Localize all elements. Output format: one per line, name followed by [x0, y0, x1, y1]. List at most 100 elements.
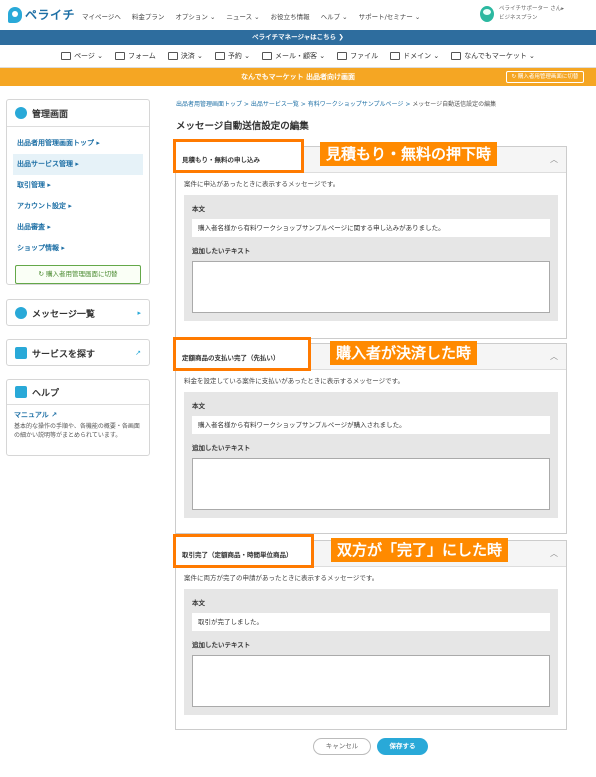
breadcrumb-sep: > — [242, 101, 251, 108]
logo[interactable]: ペライチ — [8, 6, 75, 23]
menu-payment-label: 決済 ⌄ — [180, 52, 203, 60]
menu-mail-label: メール・顧客 ⌄ — [275, 52, 326, 60]
help-description: 基本的な操作の手順や、各機能の概要・各画面の細かい説明等がまとめられています。 — [14, 423, 140, 439]
sidebar-messages-card[interactable]: メッセージ一覧 ▸ — [6, 299, 150, 326]
sidebar-help-card: ヘルプ マニュアル ↗ 基本的な操作の手順や、各機能の概要・各画面の細かい説明等… — [6, 379, 150, 456]
body-label: 本文 — [192, 402, 205, 410]
page-icon — [61, 52, 72, 60]
nav-options[interactable]: オプション ⌄ — [175, 11, 215, 21]
menu-form[interactable]: フォーム — [115, 51, 156, 61]
search-service-icon — [15, 347, 27, 359]
breadcrumb-page[interactable]: 有料ワークショップサンプルページ — [308, 101, 404, 108]
sidebar-item-transactions[interactable]: 取引管理 ▸ — [13, 175, 143, 196]
menu-mail[interactable]: メール・顧客 ⌄ — [262, 51, 325, 61]
sidebar-admin-items: 出品者用管理画面トップ ▸ 出品サービス管理 ▸ 取引管理 ▸ アカウント設定 … — [7, 126, 149, 294]
nav-tips[interactable]: お役立ち情報 — [271, 11, 310, 21]
breadcrumb-sep: > — [298, 101, 308, 108]
menu-page[interactable]: ページ ⌄ — [61, 51, 103, 61]
nav-mypage[interactable]: マイページへ — [82, 11, 121, 21]
form-icon — [115, 52, 126, 60]
extra-text-textarea[interactable] — [192, 458, 550, 510]
user-menu[interactable]: ペライチサポーター さん▸ ビジネスプラン — [480, 5, 564, 23]
peraichi-logo-icon — [8, 6, 22, 23]
chevron-up-icon: ︿ — [550, 155, 558, 164]
message-panel-estimate: ︿ 案件に申込があったときに表示するメッセージです。 本文 購入者名様から有料ワ… — [175, 146, 567, 339]
annotation-callout: 購入者が決済した時 — [330, 341, 478, 365]
menu-page-label: ページ ⌄ — [74, 52, 104, 60]
sidebar-item-shop[interactable]: ショップ情報 ▸ — [13, 238, 143, 259]
chevron-up-icon: ︿ — [550, 352, 558, 361]
globe-icon — [390, 52, 401, 60]
message-panel-payment: ︿ 料金を設定している案件に支払いがあったときに表示するメッセージです。 本文 … — [175, 343, 567, 534]
menu-reservation[interactable]: 予約 ⌄ — [214, 51, 250, 61]
top-nav: マイページへ 料金プラン オプション ⌄ ニュース ⌄ お役立ち情報 ヘルプ ⌄… — [82, 11, 420, 21]
highlight-box: 見積もり・無料の申し込み — [173, 139, 304, 173]
panel-description: 案件に両方が完了の申請があったときに表示するメッセージです。 — [184, 574, 379, 582]
top-header: ペライチ マイページへ 料金プラン オプション ⌄ ニュース ⌄ お役立ち情報 … — [0, 0, 596, 30]
cancel-button[interactable]: キャンセル — [313, 738, 371, 755]
extra-text-label: 追加したいテキスト — [192, 247, 251, 255]
annotation-callout: 双方が「完了」にした時 — [331, 538, 509, 562]
sidebar-help-title: ヘルプ — [7, 380, 149, 404]
page-title: メッセージ自動送信設定の編集 — [176, 121, 309, 132]
switch-to-buyer-sidebar-button[interactable]: ↻ 購入者用管理画面に切替 — [15, 265, 141, 284]
breadcrumb-services[interactable]: 出品サービス一覧 — [251, 101, 299, 108]
admin-icon — [15, 107, 27, 119]
mail-icon — [262, 52, 272, 60]
sidebar-messages-title-text: メッセージ一覧 — [32, 309, 95, 320]
help-icon — [15, 386, 27, 398]
extra-text-label: 追加したいテキスト — [192, 444, 251, 452]
sidebar-messages-title: メッセージ一覧 — [7, 300, 149, 326]
menu-domain[interactable]: ドメイン ⌄ — [390, 51, 439, 61]
nav-help[interactable]: ヘルプ ⌄ — [321, 11, 348, 21]
external-link-icon: ↗ — [135, 349, 141, 357]
panel-description: 案件に申込があったときに表示するメッセージです。 — [184, 180, 340, 188]
file-icon — [337, 52, 348, 60]
save-button[interactable]: 保存する — [377, 738, 428, 755]
sidebar-search-title-text: サービスを探す — [32, 349, 96, 360]
menu-file[interactable]: ファイル — [337, 51, 378, 61]
panel-inner: 本文 購入者名様から有料ワークショップサンプルページが購入されました。 追加した… — [184, 392, 558, 518]
logo-text: ペライチ — [25, 8, 76, 22]
panel-inner: 本文 取引が完了しました。 追加したいテキスト — [184, 589, 558, 715]
menu-reservation-label: 予約 ⌄ — [227, 52, 250, 60]
body-label: 本文 — [192, 599, 205, 607]
menu-payment[interactable]: 決済 ⌄ — [167, 51, 203, 61]
switch-to-buyer-button[interactable]: ↻ 購入者用管理画面に切替 — [506, 71, 584, 83]
market-bar: なんでもマーケット 出品者向け画面 ↻ 購入者用管理画面に切替 — [0, 68, 596, 86]
sidebar-item-services[interactable]: 出品サービス管理 ▸ — [13, 154, 143, 175]
breadcrumb-sep: > — [403, 101, 413, 108]
nav-news[interactable]: ニュース ⌄ — [226, 11, 259, 21]
cart-icon — [167, 52, 178, 60]
breadcrumb-current: メッセージ自動送信設定の編集 — [412, 101, 497, 108]
user-plan: ビジネスプラン — [499, 15, 538, 21]
body-label: 本文 — [192, 205, 205, 213]
manual-link[interactable]: マニュアル ↗ — [14, 411, 142, 420]
sidebar-item-top[interactable]: 出品者用管理画面トップ ▸ — [13, 133, 143, 154]
sidebar-admin-title: 管理画面 — [7, 100, 149, 126]
market-icon — [451, 52, 462, 60]
sidebar-search-card[interactable]: サービスを探す ↗ — [6, 339, 150, 366]
sidebar-item-review[interactable]: 出品審査 ▸ — [13, 217, 143, 238]
user-name: ペライチサポーター さん▸ — [499, 6, 565, 12]
menu-market[interactable]: なんでもマーケット ⌄ — [451, 51, 535, 61]
sidebar-search-title: サービスを探す — [7, 340, 149, 366]
nav-pricing[interactable]: 料金プラン — [132, 11, 165, 21]
manager-link-banner[interactable]: ペライチマネージャはこちら ❯ — [0, 30, 596, 45]
menu-form-label: フォーム — [128, 52, 156, 60]
chevron-right-icon: ▸ — [137, 309, 141, 317]
extra-text-label: 追加したいテキスト — [192, 641, 251, 649]
sidebar-item-account[interactable]: アカウント設定 ▸ — [13, 196, 143, 217]
extra-text-textarea[interactable] — [192, 655, 550, 707]
extra-text-textarea[interactable] — [192, 261, 550, 313]
sidebar-help-title-text: ヘルプ — [32, 388, 60, 399]
highlight-box: 取引完了（定額商品・時間単位商品） — [173, 534, 314, 568]
chat-icon — [15, 307, 27, 319]
breadcrumb: 出品者用管理画面トップ > 出品サービス一覧 > 有料ワークショップサンプルペー… — [176, 99, 496, 108]
panel-description: 料金を設定している案件に支払いがあったときに表示するメッセージです。 — [184, 377, 405, 385]
message-panel-complete: ︿ 案件に両方が完了の申請があったときに表示するメッセージです。 本文 取引が完… — [175, 540, 567, 730]
breadcrumb-top[interactable]: 出品者用管理画面トップ — [176, 101, 242, 108]
feature-menubar: ページ ⌄ フォーム 決済 ⌄ 予約 ⌄ メール・顧客 ⌄ ファイル ドメイン … — [0, 45, 596, 68]
panel-inner: 本文 購入者名様から有料ワークショップサンプルページに関する申し込みがありました… — [184, 195, 558, 321]
nav-support[interactable]: サポート/セミナー ⌄ — [359, 11, 421, 21]
